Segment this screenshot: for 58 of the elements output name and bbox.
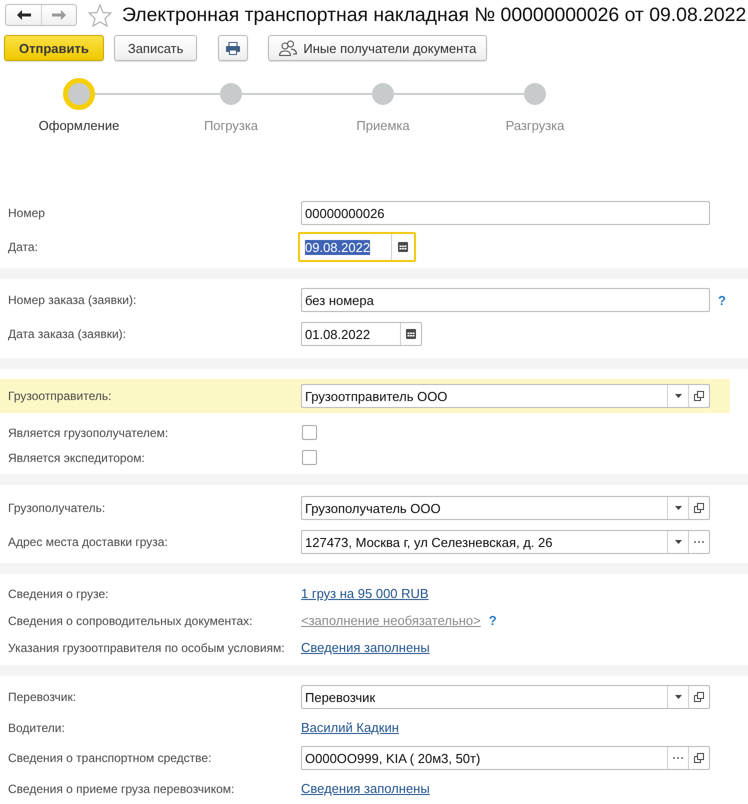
- field-label: Сведения о транспортном средстве:: [7, 751, 212, 765]
- right-arrow-icon: [52, 10, 66, 20]
- left-arrow-icon: [16, 10, 30, 20]
- text-field[interactable]: без номера: [301, 288, 710, 312]
- primary-button[interactable]: Отправить: [4, 35, 104, 61]
- text-field[interactable]: 00000000026: [301, 201, 710, 225]
- step-circle-icon: [63, 78, 95, 110]
- caret-icon: [674, 540, 682, 544]
- calendar-icon: [398, 242, 408, 252]
- calendar-icon: [406, 329, 416, 339]
- select-field[interactable]: Грузополучатель ООО: [301, 496, 710, 520]
- step-circle-icon: [220, 83, 242, 105]
- overlapped-squares-icon: [694, 692, 704, 702]
- field-label: Дата:: [7, 240, 39, 254]
- date-field[interactable]: 01.08.2022: [301, 322, 422, 346]
- field-label: Сведения о сопроводительных документах:: [7, 614, 254, 628]
- link[interactable]: Сведения заполнены: [301, 640, 430, 655]
- caret-icon: [674, 394, 682, 398]
- field-label: Грузоотправитель:: [7, 389, 112, 403]
- overlapped-squares-icon: [694, 391, 704, 401]
- link[interactable]: Василий Кадкин: [301, 720, 399, 735]
- overlapped-squares-icon: [694, 753, 704, 763]
- toolbar-button[interactable]: Записать: [114, 35, 198, 61]
- field-label: Адрес места доставки груза:: [7, 535, 169, 549]
- field-label: Дата заказа (заявки):: [7, 327, 127, 341]
- select-field[interactable]: 127473, Москва г, ул Селезневская, д. 26: [301, 530, 710, 554]
- overlapped-squares-icon: [694, 503, 704, 513]
- field-label: Номер: [7, 206, 46, 220]
- select-field[interactable]: О000ОО999, KIA ( 20м3, 50т): [301, 746, 710, 770]
- step-tab[interactable]: Оформление: [3, 78, 155, 134]
- recipients-button[interactable]: Иные получатели документа: [268, 35, 488, 61]
- caret-icon: [674, 695, 682, 699]
- printer-icon: [226, 42, 240, 54]
- field-label: Сведения о приеме груза перевозчиком:: [7, 782, 236, 796]
- field-label: Грузополучатель:: [7, 501, 106, 515]
- select-field[interactable]: Грузоотправитель ООО: [301, 384, 710, 408]
- print-button[interactable]: [218, 35, 248, 61]
- people-icon: [279, 40, 298, 56]
- window-title: Электронная транспортная накладная № 00000000026 от 09.08.2022: [122, 3, 746, 28]
- field-label: Перевозчик:: [7, 690, 78, 704]
- link[interactable]: 1 груз на 95 000 RUB: [301, 586, 429, 601]
- caret-icon: [674, 506, 682, 510]
- select-field[interactable]: Перевозчик: [301, 685, 710, 709]
- field-label: Указания грузоотправителя по особым условиям:: [7, 640, 286, 654]
- field-label: Сведения о грузе:: [7, 586, 110, 600]
- field-label: Является грузополучателем:: [7, 426, 170, 440]
- step-circle-icon: [524, 83, 546, 105]
- checkbox[interactable]: [302, 450, 317, 465]
- star-icon[interactable]: [88, 4, 112, 26]
- help-link[interactable]: ?: [718, 292, 726, 308]
- field-label: Водители:: [7, 720, 66, 734]
- link[interactable]: Сведения заполнены: [301, 781, 430, 796]
- field-label: Является экспедитором:: [7, 450, 146, 464]
- field-label: Номер заказа (заявки):: [7, 293, 138, 307]
- date-field[interactable]: 09.08.2022: [298, 232, 416, 262]
- checkbox[interactable]: [302, 425, 317, 440]
- step-circle-icon: [372, 83, 394, 105]
- help-link[interactable]: ?: [488, 613, 497, 628]
